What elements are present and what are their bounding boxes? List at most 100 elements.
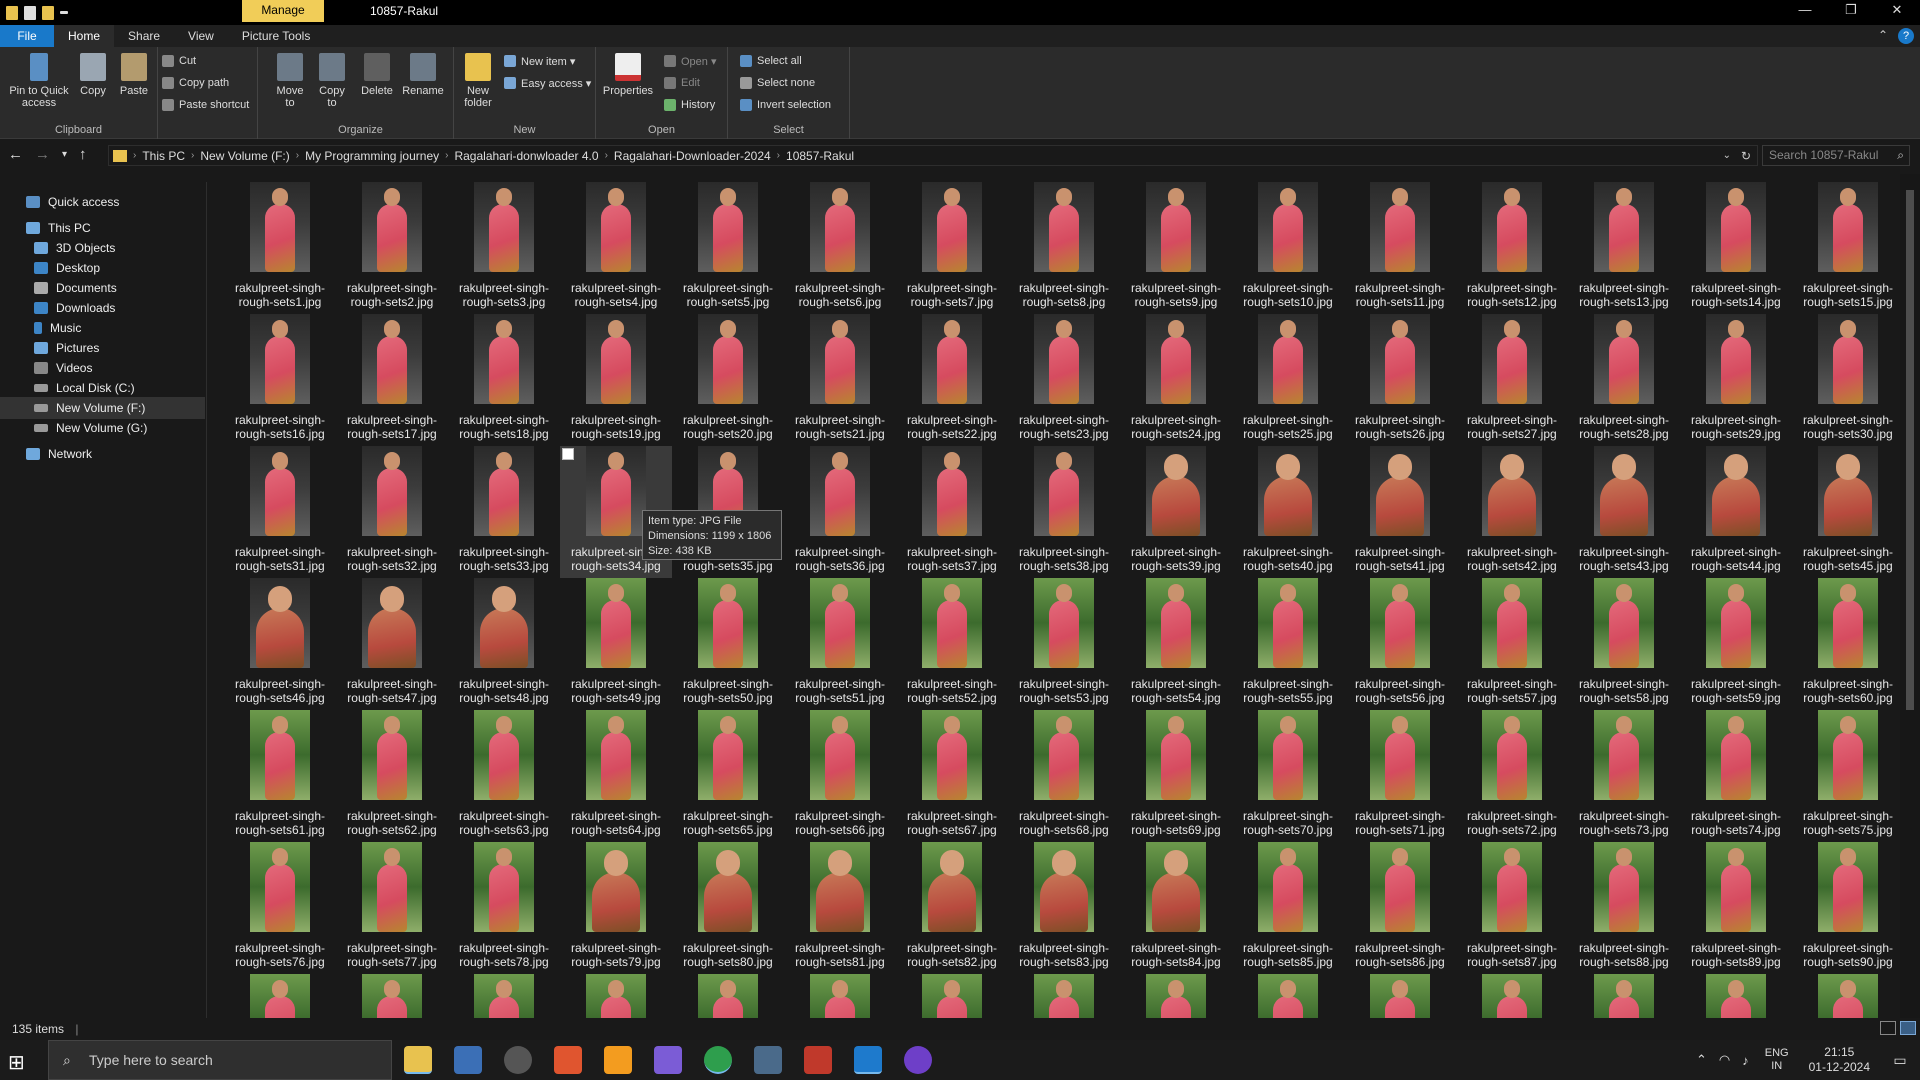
recent-locations-chevron-icon[interactable]: ▾ <box>62 146 67 164</box>
minimize-button[interactable]: — <box>1782 0 1828 22</box>
copy-path-button[interactable]: Copy path <box>162 74 229 92</box>
nav-local-disk-c[interactable]: Local Disk (C:) <box>0 377 205 399</box>
notifications-icon[interactable]: ▭ <box>1880 1052 1920 1069</box>
file-item[interactable]: rakulpreet-singh-rough-sets52.jpg <box>896 578 1008 710</box>
file-item[interactable]: rakulpreet-singh-rough-sets37.jpg <box>896 446 1008 578</box>
breadcrumb-current-folder[interactable]: 10857-Rakul <box>780 149 860 163</box>
file-item[interactable]: rakulpreet-singh-rough-sets11.jpg <box>1344 182 1456 314</box>
file-item[interactable]: rakulpreet-singh-rough-sets61.jpg <box>224 710 336 842</box>
file-item[interactable]: rakulpreet-singh-rough-sets87.jpg <box>1456 842 1568 974</box>
tab-share[interactable]: Share <box>114 25 174 47</box>
media-player-taskbar-icon[interactable] <box>504 1046 532 1074</box>
volume-icon[interactable]: ♪ <box>1736 1053 1755 1068</box>
file-item[interactable]: rakulpreet-singh-rough-sets26.jpg <box>1344 314 1456 446</box>
file-item[interactable]: rakulpreet-singh-rough-sets22.jpg <box>896 314 1008 446</box>
file-item[interactable]: rakulpreet-singh-rough-sets36.jpg <box>784 446 896 578</box>
selection-checkbox[interactable] <box>562 448 574 460</box>
select-none-button[interactable]: Select none <box>740 74 815 92</box>
file-item[interactable]: rakulpreet-singh-rough-sets85.jpg <box>1232 842 1344 974</box>
file-item[interactable]: rakulpreet-singh-rough-sets38.jpg <box>1008 446 1120 578</box>
file-item[interactable]: rakulpreet-singh-rough-sets51.jpg <box>784 578 896 710</box>
file-item[interactable]: rakulpreet-singh-rough-sets84.jpg <box>1120 842 1232 974</box>
invert-selection-button[interactable]: Invert selection <box>740 96 831 114</box>
store-taskbar-icon[interactable] <box>454 1046 482 1074</box>
file-item[interactable]: rakulpreet-singh-rough-sets1.jpg <box>224 182 336 314</box>
file-item[interactable]: rakulpreet-singh-rough-sets21.jpg <box>784 314 896 446</box>
file-item[interactable]: rakulpreet-singh-rough-sets53.jpg <box>1008 578 1120 710</box>
nav-network[interactable]: Network <box>0 443 205 465</box>
scrollbar-thumb[interactable] <box>1906 190 1914 710</box>
file-item[interactable]: rakulpreet-singh-rough-sets15.jpg <box>1792 182 1898 314</box>
file-item[interactable]: rakulpreet-singh-rough-sets105.jpg <box>1792 974 1898 1018</box>
breadcrumb-ragalahari-downloader-2024[interactable]: Ragalahari-Downloader-2024 <box>608 149 777 163</box>
file-item[interactable]: rakulpreet-singh-rough-sets24.jpg <box>1120 314 1232 446</box>
file-item[interactable]: rakulpreet-singh-rough-sets99.jpg <box>1120 974 1232 1018</box>
file-item[interactable]: rakulpreet-singh-rough-sets65.jpg <box>672 710 784 842</box>
file-item[interactable]: rakulpreet-singh-rough-sets49.jpg <box>560 578 672 710</box>
file-item[interactable]: rakulpreet-singh-rough-sets72.jpg <box>1456 710 1568 842</box>
file-item[interactable]: rakulpreet-singh-rough-sets98.jpg <box>1008 974 1120 1018</box>
file-item[interactable]: rakulpreet-singh-rough-sets62.jpg <box>336 710 448 842</box>
file-item[interactable]: rakulpreet-singh-rough-sets40.jpg <box>1232 446 1344 578</box>
file-item[interactable]: rakulpreet-singh-rough-sets18.jpg <box>448 314 560 446</box>
file-item[interactable]: rakulpreet-singh-rough-sets50.jpg <box>672 578 784 710</box>
file-item[interactable]: rakulpreet-singh-rough-sets19.jpg <box>560 314 672 446</box>
file-explorer-taskbar-icon[interactable] <box>404 1046 432 1074</box>
new-folder-icon[interactable] <box>42 5 54 20</box>
edit-button[interactable]: Edit <box>664 74 700 92</box>
wifi-icon[interactable]: ◠ <box>1713 1052 1736 1068</box>
paste-shortcut-button[interactable]: Paste shortcut <box>162 96 249 114</box>
file-item[interactable]: rakulpreet-singh-rough-sets16.jpg <box>224 314 336 446</box>
chat-taskbar-icon[interactable] <box>754 1046 782 1074</box>
large-icons-view-icon[interactable] <box>1900 1021 1916 1035</box>
file-item[interactable]: rakulpreet-singh-rough-sets77.jpg <box>336 842 448 974</box>
nav-desktop[interactable]: Desktop <box>0 257 205 279</box>
nav-downloads[interactable]: Downloads <box>0 297 205 319</box>
pin-to-quick-access-button[interactable]: Pin to Quick access <box>4 53 74 109</box>
file-item[interactable]: rakulpreet-singh-rough-sets75.jpg <box>1792 710 1898 842</box>
file-item[interactable]: rakulpreet-singh-rough-sets13.jpg <box>1568 182 1680 314</box>
file-item[interactable]: rakulpreet-singh-rough-sets103.jpg <box>1568 974 1680 1018</box>
file-item[interactable]: rakulpreet-singh-rough-sets76.jpg <box>224 842 336 974</box>
refresh-icon[interactable]: ↻ <box>1741 149 1751 163</box>
nav-this-pc[interactable]: This PC <box>0 217 205 239</box>
file-item[interactable]: rakulpreet-singh-rough-sets102.jpg <box>1456 974 1568 1018</box>
vertical-scrollbar[interactable] <box>1900 174 1920 1018</box>
breadcrumb-ragalahari-downloader-4[interactable]: Ragalahari-donwloader 4.0 <box>448 149 604 163</box>
file-item[interactable]: rakulpreet-singh-rough-sets64.jpg <box>560 710 672 842</box>
vscode-taskbar-icon[interactable] <box>854 1046 882 1074</box>
tab-file[interactable]: File <box>0 25 54 47</box>
file-item[interactable]: rakulpreet-singh-rough-sets30.jpg <box>1792 314 1898 446</box>
file-item[interactable]: rakulpreet-singh-rough-sets82.jpg <box>896 842 1008 974</box>
file-item[interactable]: rakulpreet-singh-rough-sets74.jpg <box>1680 710 1792 842</box>
nav-documents[interactable]: Documents <box>0 277 205 299</box>
file-item[interactable]: rakulpreet-singh-rough-sets86.jpg <box>1344 842 1456 974</box>
file-item[interactable]: rakulpreet-singh-rough-sets42.jpg <box>1456 446 1568 578</box>
restore-button[interactable]: ❐ <box>1828 0 1874 22</box>
app-taskbar-icon[interactable] <box>804 1046 832 1074</box>
file-item[interactable]: rakulpreet-singh-rough-sets14.jpg <box>1680 182 1792 314</box>
file-item[interactable]: rakulpreet-singh-rough-sets67.jpg <box>896 710 1008 842</box>
file-item[interactable]: rakulpreet-singh-rough-sets56.jpg <box>1344 578 1456 710</box>
properties-button[interactable]: Properties <box>602 53 654 97</box>
file-item[interactable]: rakulpreet-singh-rough-sets100.jpg <box>1232 974 1344 1018</box>
up-arrow-icon[interactable]: ↑ <box>79 146 87 164</box>
file-item[interactable]: rakulpreet-singh-rough-sets88.jpg <box>1568 842 1680 974</box>
tab-view[interactable]: View <box>174 25 228 47</box>
file-item[interactable]: rakulpreet-singh-rough-sets68.jpg <box>1008 710 1120 842</box>
chrome-taskbar-icon[interactable] <box>704 1046 732 1074</box>
windows-start-icon[interactable]: ⊞ <box>8 1050 34 1074</box>
collapse-ribbon-icon[interactable]: ⌃ <box>1878 28 1888 44</box>
file-item[interactable]: rakulpreet-singh-rough-sets5.jpg <box>672 182 784 314</box>
file-item[interactable]: rakulpreet-singh-rough-sets20.jpg <box>672 314 784 446</box>
manage-context-tab[interactable]: Manage <box>242 0 324 22</box>
customize-toolbar-icon[interactable] <box>60 11 68 14</box>
file-item[interactable]: rakulpreet-singh-rough-sets80.jpg <box>672 842 784 974</box>
file-item[interactable]: rakulpreet-singh-rough-sets6.jpg <box>784 182 896 314</box>
file-item[interactable]: rakulpreet-singh-rough-sets48.jpg <box>448 578 560 710</box>
help-icon[interactable]: ? <box>1898 28 1914 44</box>
nav-new-volume-g[interactable]: New Volume (G:) <box>0 417 205 439</box>
brave-taskbar-icon[interactable] <box>554 1046 582 1074</box>
file-item[interactable]: rakulpreet-singh-rough-sets104.jpg <box>1680 974 1792 1018</box>
copy-to-button[interactable]: Copy to <box>314 53 350 109</box>
